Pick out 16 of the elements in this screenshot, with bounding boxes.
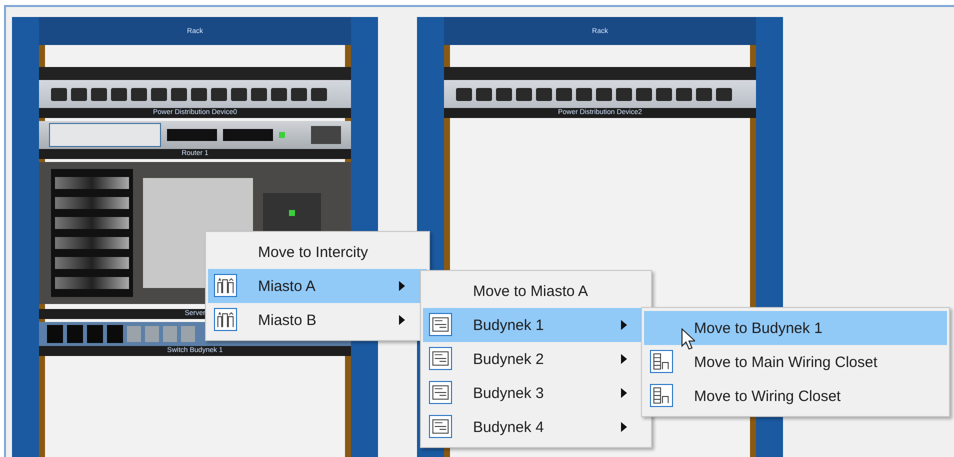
submenu-arrow-icon [399,281,405,291]
submenu-arrow-icon [621,388,627,398]
menu-item[interactable]: Budynek 4 [423,410,649,444]
patch-panel-drawing[interactable] [444,80,756,108]
submenu-arrow-icon [399,315,405,325]
menu-item[interactable]: Move to Main Wiring Closet [644,345,947,379]
cursor-icon [681,328,695,350]
patch-panel-drawing[interactable] [39,80,351,108]
menu-item[interactable]: Miasto A [208,269,427,303]
router-drawing[interactable] [39,121,351,149]
submenu-arrow-icon [621,354,627,364]
submenu-arrow-icon [621,320,627,330]
menu-item[interactable]: Move to Wiring Closet [644,379,947,413]
menu-item[interactable]: Move to Intercity [208,235,427,269]
submenu-arrow-icon [621,422,627,432]
menu-item[interactable]: Move to Budynek 1 [644,311,947,345]
